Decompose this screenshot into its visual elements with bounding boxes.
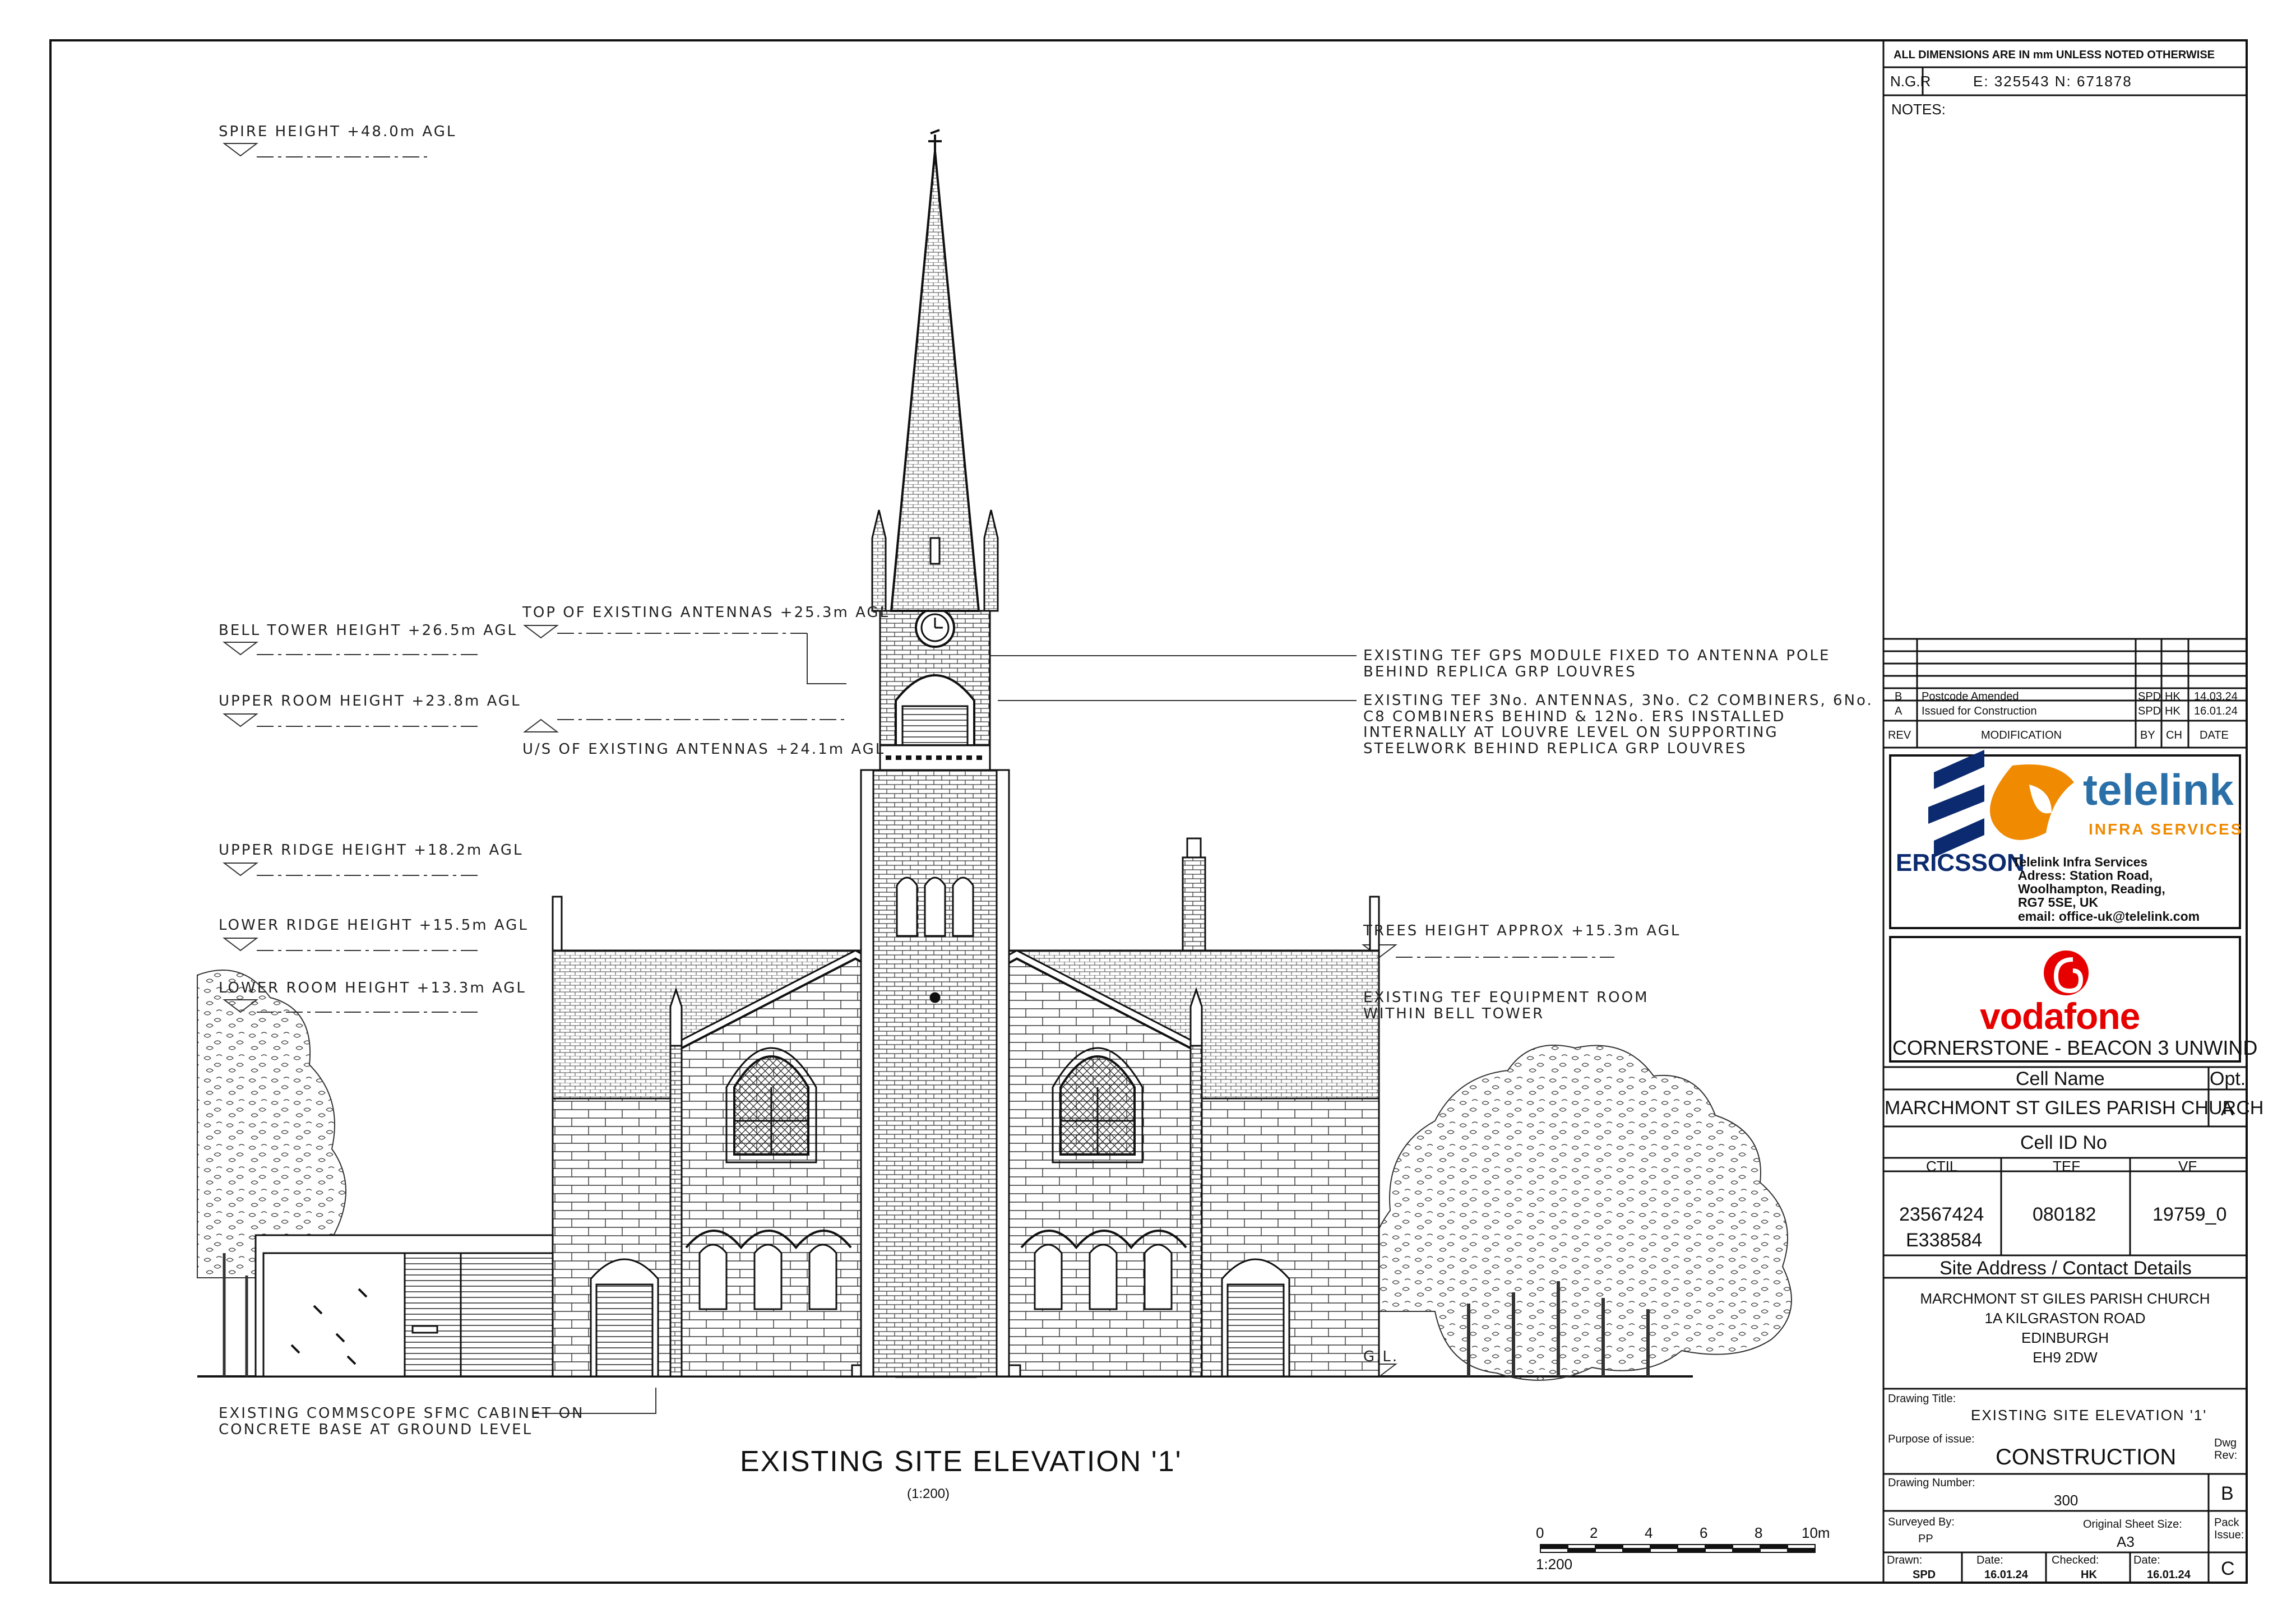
drawing-title-value: EXISTING SITE ELEVATION '1' [1971,1407,2207,1423]
site-address: MARCHMONT ST GILES PARISH CHURCH 1A KILG… [1920,1290,2210,1366]
surveyed-by-label: Surveyed By: [1888,1516,1955,1528]
scale-tick-2: 2 [1590,1524,1598,1541]
ctil-value-1: 23567424 [1899,1204,1984,1225]
original-size: A3 [2117,1533,2135,1550]
notes-label: NOTES: [1891,101,1946,118]
rev-b-date: 14.03.24 [2194,690,2238,703]
level-antenna-underside: U/S OF EXISTING ANTENNAS +24.1m AGL [522,741,886,758]
cell-name-label: Cell Name [2016,1068,2105,1089]
ngr-value: E: 325543 N: 671878 [1973,73,2132,90]
elevation-sheet [49,39,2248,1584]
dwg-rev-label: Dwg Rev: [2214,1437,2238,1462]
drawing-number-label: Drawing Number: [1888,1477,1975,1489]
cell-name-value: MARCHMONT ST GILES PARISH CHURCH [1885,1097,2264,1119]
ctil-value-2: E338584 [1906,1230,1983,1251]
cabinet-compound [254,1234,554,1378]
vodafone-logo-icon [2044,950,2089,995]
ericsson-wordmark: ERICSSON [1896,849,2025,877]
level-upper-room: UPPER ROOM HEIGHT +23.8m AGL [219,693,521,710]
telelink-address: Telelink Infra Services Adress: Station … [2012,855,2200,924]
drawing-title: EXISTING SITE ELEVATION '1' [740,1445,1182,1478]
drawn-value: SPD [1913,1569,1936,1581]
trees-right [1369,1045,1792,1381]
checked-label: Checked: [2052,1554,2099,1566]
purpose-label: Purpose of issue: [1888,1433,1975,1445]
opt-label: Opt. [2210,1068,2246,1089]
scale-bar [1540,1544,1816,1553]
surveyed-by: PP [1918,1533,1933,1545]
tef-label: TEF [2053,1158,2081,1175]
checked-value: HK [2081,1569,2097,1581]
ericsson-logo-icon [1928,750,1984,857]
level-bell-tower: BELL TOWER HEIGHT +26.5m AGL [219,622,518,639]
note-equipment-room: EXISTING TEF EQUIPMENT ROOM WITHIN BELL T… [1363,989,1649,1022]
telelink-wordmark: telelink [2083,765,2234,814]
telelink-subtitle: INFRA SERVICES [2089,820,2243,838]
ngr-label: N.G.R [1890,73,1931,90]
project-name: CORNERSTONE - BEACON 3 UNWIND [1892,1036,2258,1059]
rev-a-mod: Issued for Construction [1922,705,2037,717]
vf-value: 19759_0 [2152,1204,2227,1225]
rev-a-ch: HK [2165,705,2181,717]
modification-header: MODIFICATION [1981,729,2062,741]
level-spire: SPIRE HEIGHT +48.0m AGL [219,123,457,140]
drawing-scale: (1:200) [907,1486,950,1501]
dwg-rev-value: B [2221,1483,2234,1504]
rev-b-mod: Postcode Amended [1922,690,2019,703]
note-gps-module: EXISTING TEF GPS MODULE FIXED TO ANTENNA… [1363,647,1831,680]
pack-issue-value: C [2221,1558,2235,1579]
rev-b-by: SPD [2138,690,2161,703]
purpose-value: CONSTRUCTION [1996,1445,2177,1469]
opt-value: A [2221,1098,2234,1120]
date-header: DATE [2200,729,2229,741]
telelink-logo-icon [1990,764,2074,840]
original-size-label: Original Sheet Size: [2083,1518,2182,1531]
scale-tick-8: 8 [1755,1524,1763,1541]
pack-issue-label: Pack Issue: [2214,1517,2244,1541]
rev-b-ch: HK [2165,690,2181,703]
date2-label: Date: [2133,1554,2160,1566]
drawn-label: Drawn: [1887,1554,1923,1566]
drawing-number: 300 [2054,1492,2079,1509]
vf-label: VF [2178,1158,2197,1175]
level-upper-ridge: UPPER RIDGE HEIGHT +18.2m AGL [219,842,524,859]
by-header: BY [2140,729,2155,741]
dimensions-note: ALL DIMENSIONS ARE IN mm UNLESS NOTED OT… [1894,49,2215,61]
scale-tick-4: 4 [1645,1524,1653,1541]
drawing-title-label: Drawing Title: [1888,1393,1956,1405]
ch-header: CH [2166,729,2182,741]
scale-bar-label: 1:200 [1536,1556,1573,1573]
rev-header: REV [1888,729,1911,741]
scale-tick-6: 6 [1700,1524,1708,1541]
level-lower-ridge: LOWER RIDGE HEIGHT +15.5m AGL [219,917,529,934]
cell-id-label: Cell ID No [2020,1132,2107,1153]
level-antenna-top: TOP OF EXISTING ANTENNAS +25.3m AGL [522,604,890,621]
tef-value: 080182 [2033,1204,2096,1225]
scale-tick-0: 0 [1536,1524,1544,1541]
vodafone-wordmark: vodafone [1980,995,2140,1037]
level-ground: G.L. [1363,1348,1399,1365]
note-antennas: EXISTING TEF 3No. ANTENNAS, 3No. C2 COMB… [1363,692,1873,757]
site-address-label: Site Address / Contact Details [1939,1258,2192,1279]
rev-b: B [1895,690,1902,703]
note-cabinet: EXISTING COMMSCOPE SFMC CABINET ON CONCRE… [219,1405,585,1438]
scale-tick-10m: 10m [1802,1524,1830,1541]
date1-label: Date: [1976,1554,2003,1566]
rev-a-date: 16.01.24 [2194,705,2238,717]
date2-value: 16.01.24 [2147,1569,2191,1581]
rev-a-by: SPD [2138,705,2161,717]
ctil-label: CTIL [1926,1158,1958,1175]
rev-a: A [1895,705,1902,717]
level-trees: TREES HEIGHT APPROX +15.3m AGL [1363,922,1681,939]
date1-value: 16.01.24 [1984,1569,2028,1581]
level-lower-room: LOWER ROOM HEIGHT +13.3m AGL [219,980,526,996]
